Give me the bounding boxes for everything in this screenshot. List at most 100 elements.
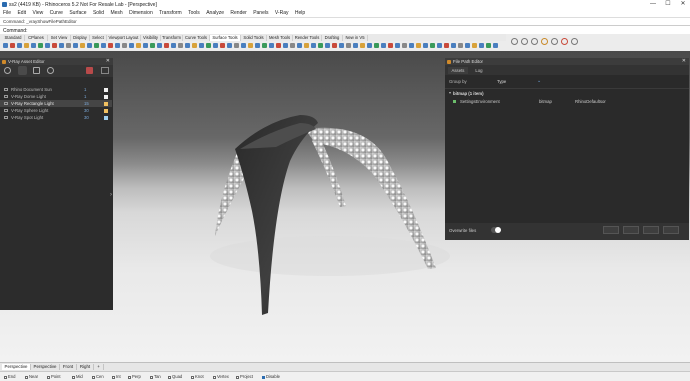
geometry-icon[interactable] (33, 67, 40, 74)
surface-tool-icon[interactable] (24, 43, 29, 48)
surface-tool-icon[interactable] (87, 43, 92, 48)
minimize-button[interactable]: — (646, 0, 660, 9)
menu-mesh[interactable]: Mesh (110, 9, 122, 17)
surface-tool-icon[interactable] (59, 43, 64, 48)
tab-assets[interactable]: Assets (448, 67, 468, 74)
surface-tool-icon[interactable] (164, 43, 169, 48)
surface-tool-icon[interactable] (241, 43, 246, 48)
surface-tool-icon[interactable] (290, 43, 295, 48)
surface-tool-icon[interactable] (367, 43, 372, 48)
render-icon[interactable] (86, 67, 93, 74)
surface-tool-icon[interactable] (262, 43, 267, 48)
surface-tool-icon[interactable] (80, 43, 85, 48)
osnap-int[interactable]: Int (112, 374, 121, 379)
surface-tool-icon[interactable] (353, 43, 358, 48)
relink-button[interactable] (603, 226, 619, 234)
surface-tool-icon[interactable] (486, 43, 491, 48)
list-item[interactable]: V-Ray Spot Light 30 (0, 114, 112, 121)
menu-tools[interactable]: Tools (188, 9, 200, 17)
list-item[interactable]: V-Ray Dome Light 1 (0, 93, 112, 100)
surface-tool-icon[interactable] (388, 43, 393, 48)
chevron-down-icon[interactable]: ⌄ (537, 78, 541, 84)
tab-perspective-2[interactable]: Perspective (31, 364, 60, 370)
surface-tool-icon[interactable] (472, 43, 477, 48)
surface-tool-icon[interactable] (458, 43, 463, 48)
osnap-end[interactable]: End (4, 374, 15, 379)
menu-solid[interactable]: Solid (93, 9, 104, 17)
tab-perspective[interactable]: Perspective (2, 364, 31, 370)
surface-tool-icon[interactable] (248, 43, 253, 48)
surface-tool-icon[interactable] (255, 43, 260, 48)
menu-panels[interactable]: Panels (253, 9, 268, 17)
file-path-editor-header[interactable]: File Path Editor ✕ (445, 58, 689, 65)
close-button[interactable]: ✕ (676, 0, 690, 9)
surface-tool-icon[interactable] (199, 43, 204, 48)
surface-tool-icon[interactable] (38, 43, 43, 48)
surface-tool-icon[interactable] (276, 43, 281, 48)
surface-tool-icon[interactable] (451, 43, 456, 48)
menu-dimension[interactable]: Dimension (129, 9, 153, 17)
surface-tool-icon[interactable] (304, 43, 309, 48)
surface-tool-icon[interactable] (73, 43, 78, 48)
collapse-arrow-icon[interactable]: ▾ (449, 90, 451, 95)
menu-vray[interactable]: V-Ray (275, 9, 289, 17)
frame-buffer-icon[interactable] (101, 67, 109, 74)
surface-tool-icon[interactable] (150, 43, 155, 48)
zoom-icon[interactable] (531, 38, 538, 45)
osnap-cen[interactable]: Cen (92, 374, 104, 379)
expand-arrow-icon[interactable]: › (110, 192, 112, 198)
surface-tool-icon[interactable] (115, 43, 120, 48)
surface-tool-icon[interactable] (465, 43, 470, 48)
surface-tool-icon[interactable] (311, 43, 316, 48)
settings-icon[interactable] (47, 67, 54, 74)
tab-right[interactable]: Right (77, 364, 94, 370)
surface-tool-icon[interactable] (423, 43, 428, 48)
pan-icon[interactable] (511, 38, 518, 45)
surface-tool-icon[interactable] (444, 43, 449, 48)
surface-tool-icon[interactable] (374, 43, 379, 48)
menu-view[interactable]: View (32, 9, 43, 17)
surface-tool-icon[interactable] (17, 43, 22, 48)
surface-tool-icon[interactable] (430, 43, 435, 48)
surface-tool-icon[interactable] (402, 43, 407, 48)
list-item[interactable]: V-Ray Rectangle Light 15 (0, 100, 112, 107)
surface-tool-icon[interactable] (297, 43, 302, 48)
surface-tool-icon[interactable] (318, 43, 323, 48)
surface-tool-icon[interactable] (346, 43, 351, 48)
surface-tool-icon[interactable] (437, 43, 442, 48)
close-icon[interactable]: ✕ (106, 58, 110, 65)
surface-tool-icon[interactable] (409, 43, 414, 48)
osnap-quad[interactable]: Quad (168, 374, 182, 379)
surface-tool-icon[interactable] (122, 43, 127, 48)
lights-icon[interactable] (18, 66, 27, 75)
osnap-mid[interactable]: Mid (72, 374, 83, 379)
surface-tool-icon[interactable] (479, 43, 484, 48)
surface-tool-icon[interactable] (3, 43, 8, 48)
list-item[interactable]: Rhino Document Sun 1 (0, 86, 112, 93)
surface-tool-icon[interactable] (192, 43, 197, 48)
surface-tool-icon[interactable] (101, 43, 106, 48)
surface-tool-icon[interactable] (45, 43, 50, 48)
tab-front[interactable]: Front (60, 364, 77, 370)
surface-tool-icon[interactable] (157, 43, 162, 48)
surface-tool-icon[interactable] (360, 43, 365, 48)
command-input[interactable] (28, 27, 678, 32)
save-button[interactable] (663, 226, 679, 234)
surface-tool-icon[interactable] (220, 43, 225, 48)
add-viewport-button[interactable]: + (94, 364, 104, 370)
zoom-window-icon[interactable] (541, 38, 548, 45)
close-icon[interactable]: ✕ (682, 58, 686, 65)
surface-tool-icon[interactable] (185, 43, 190, 48)
menu-file[interactable]: File (3, 9, 11, 17)
surface-tool-icon[interactable] (213, 43, 218, 48)
surface-tool-icon[interactable] (143, 43, 148, 48)
surface-tool-icon[interactable] (234, 43, 239, 48)
osnap-point[interactable]: Point (47, 374, 61, 379)
menu-curve[interactable]: Curve (50, 9, 63, 17)
surface-tool-icon[interactable] (339, 43, 344, 48)
osnap-vertex[interactable]: Vertex (213, 374, 229, 379)
surface-tool-icon[interactable] (10, 43, 15, 48)
pack-button[interactable] (643, 226, 659, 234)
osnap-disable[interactable]: Disable (262, 374, 280, 379)
asset-editor-header[interactable]: V-Ray Asset Editor ✕ (0, 58, 113, 65)
